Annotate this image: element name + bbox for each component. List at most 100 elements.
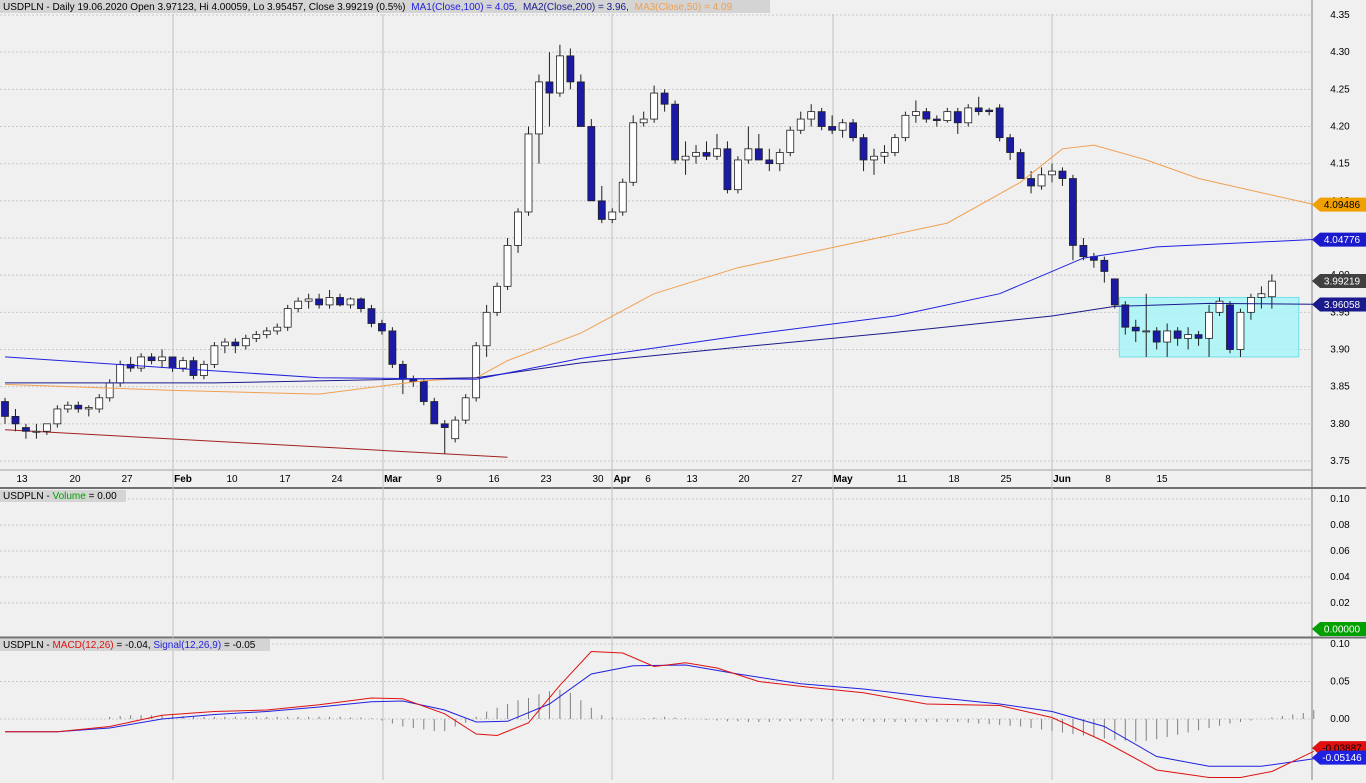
candle-bear <box>953 111 962 124</box>
candle-bull <box>650 92 659 120</box>
ma3-legend: MA3(Close,50) = 4.09 <box>635 2 733 13</box>
candle-bull <box>618 181 627 213</box>
volume-panel[interactable] <box>0 489 1312 636</box>
candle-bull <box>503 245 512 287</box>
volume-header: USDPLN - Volume = 0.00 <box>3 491 117 502</box>
ma3-value-tag-text: 4.09486 <box>1324 200 1361 211</box>
time-tick-label: 25 <box>1000 474 1012 485</box>
time-tick-label: May <box>833 474 853 485</box>
candle-bear <box>1016 152 1025 179</box>
price-tick-label: 4.25 <box>1330 84 1350 95</box>
trading-chart: 3.753.803.853.903.954.004.054.104.154.20… <box>0 0 1366 780</box>
candle-bear <box>74 404 83 410</box>
signal-value-tag-text: -0.05146 <box>1322 753 1362 764</box>
candle-bull <box>63 404 72 410</box>
close-value-tag-text: 3.99219 <box>1324 276 1361 287</box>
candle-bull <box>838 122 847 131</box>
candle-bull <box>713 148 721 157</box>
candle-bear <box>849 122 857 139</box>
candle-bull <box>32 430 41 433</box>
price-tick-label: 3.80 <box>1330 419 1350 430</box>
candle-bear <box>367 308 376 324</box>
candle-bear <box>1027 178 1035 187</box>
ma1-value-tag: 4.04776 <box>1312 232 1366 247</box>
candle-bear <box>995 107 1004 139</box>
volume-value: = 0.00 <box>89 491 118 502</box>
candle-bull <box>325 297 334 306</box>
macd-header-prefix: USDPLN - <box>3 640 52 651</box>
candle-bear <box>817 111 826 127</box>
candle-bear <box>11 415 20 425</box>
candle-bear <box>430 401 439 425</box>
candle-bear <box>398 363 407 380</box>
candle-bull <box>535 81 543 135</box>
candle-bear <box>1121 304 1130 328</box>
time-tick-label: 8 <box>1105 474 1111 485</box>
macd-value: = -0.04, <box>116 640 153 651</box>
candle-bull <box>1163 330 1172 343</box>
candle-bear <box>828 126 837 131</box>
time-tick-label: 9 <box>436 474 442 485</box>
macd-panel[interactable] <box>0 639 1312 780</box>
candle-bull <box>692 152 700 157</box>
candle-bull <box>53 408 62 425</box>
main-header: USDPLN - Daily 19.06.2020 Open 3.97123, … <box>3 2 733 13</box>
candle-bear <box>922 111 931 120</box>
candle-bull <box>514 211 522 246</box>
time-tick-label: 30 <box>592 474 604 485</box>
ma3-value-tag: 4.09486 <box>1312 197 1366 212</box>
ma1-legend: MA1(Close,100) = 4.05, <box>411 2 517 13</box>
candle-bull <box>273 326 282 332</box>
candle-bull <box>472 345 481 399</box>
candle-bear <box>1194 334 1203 339</box>
price-tick-label: 4.30 <box>1330 47 1350 58</box>
price-tick-label: 4.20 <box>1330 122 1350 133</box>
volume-tick-label: 0.10 <box>1330 494 1350 505</box>
candle-bear <box>974 107 983 113</box>
macd-tick-label: 0.00 <box>1330 714 1350 725</box>
candle-bull <box>158 356 166 362</box>
candle-bull <box>1142 330 1151 333</box>
volume-tick-label: 0.02 <box>1330 598 1350 609</box>
candle-bull <box>1236 311 1245 350</box>
candle-bear <box>315 298 324 306</box>
candle-bull <box>84 407 93 410</box>
candle-bull <box>294 300 303 310</box>
candle-bull <box>556 55 564 94</box>
candle-bear <box>576 81 585 127</box>
candle-bull <box>1037 174 1046 187</box>
price-panel[interactable] <box>0 0 1312 487</box>
signal-legend: Signal(12,26,9) <box>153 640 221 651</box>
time-tick-label: 20 <box>738 474 750 485</box>
ma2-value-tag: 3.96058 <box>1312 297 1366 312</box>
time-tick-label: 16 <box>488 474 500 485</box>
volume-header-prefix: USDPLN - <box>3 491 52 502</box>
candle-bull <box>629 122 638 183</box>
close-value-tag: 3.99219 <box>1312 273 1366 288</box>
candle-bear <box>765 159 774 165</box>
candle-bear <box>1110 278 1119 306</box>
candle-bull <box>116 363 125 384</box>
candle-bull <box>210 345 219 365</box>
main-header-prefix: USDPLN - Daily 19.06.2020 Open 3.97123, … <box>3 2 406 13</box>
candle-bear <box>388 330 397 365</box>
candle-bear <box>147 356 156 362</box>
candle-bear <box>660 92 669 105</box>
candle-bear <box>1006 137 1015 153</box>
candle-bear <box>419 381 428 402</box>
volume-tick-label: 0.08 <box>1330 520 1350 531</box>
time-tick-label: 20 <box>69 474 81 485</box>
time-tick-label: 13 <box>686 474 698 485</box>
candle-bull <box>681 155 690 161</box>
candle-bull <box>451 419 460 440</box>
macd-legend: MACD(12,26) <box>52 640 113 651</box>
ma1-value-tag-text: 4.04776 <box>1324 235 1361 246</box>
candle-bull <box>346 298 355 306</box>
candle-bull <box>943 111 952 121</box>
time-tick-label: 18 <box>948 474 960 485</box>
candle-bear <box>702 152 711 157</box>
candle-bull <box>283 308 292 328</box>
candle-bull <box>639 118 648 124</box>
candle-bull <box>796 118 805 131</box>
candle-bull <box>807 111 816 120</box>
